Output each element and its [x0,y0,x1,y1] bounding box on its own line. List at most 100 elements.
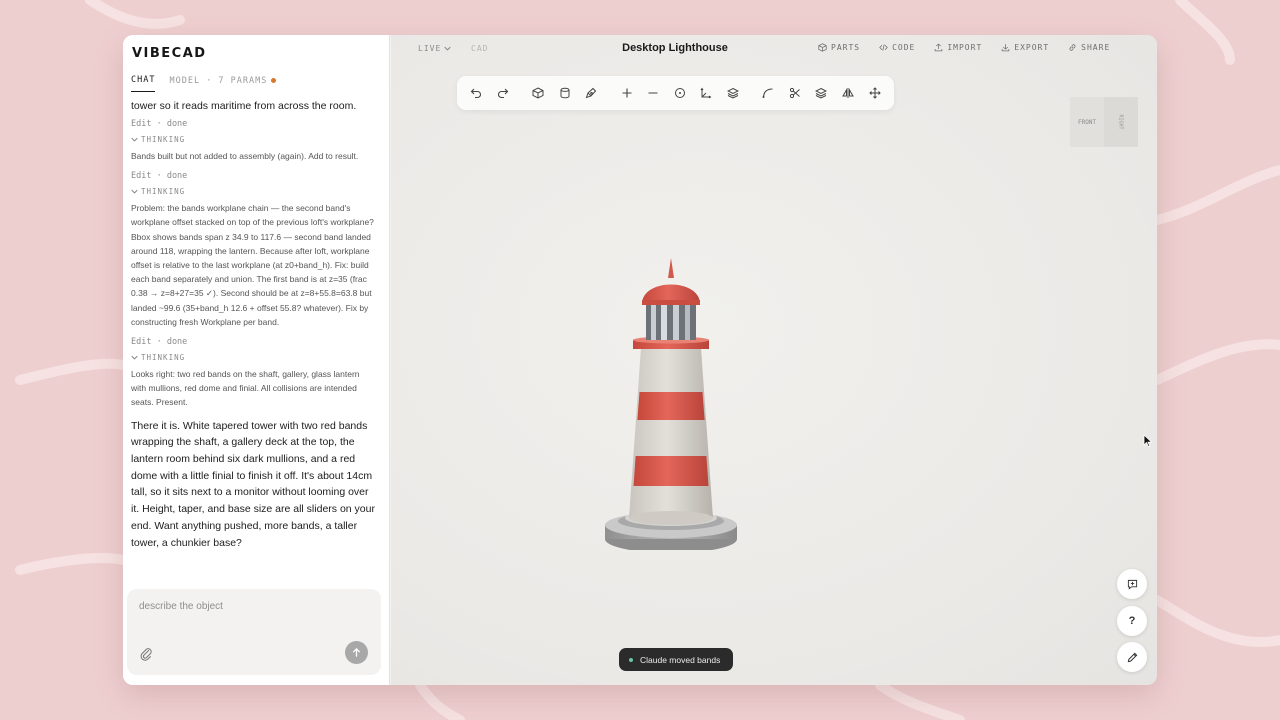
undo-icon [471,88,482,99]
mirror-tool[interactable] [841,86,856,101]
scissors-icon [789,87,800,99]
composer-placeholder[interactable]: describe the object [139,601,223,612]
tab-model[interactable]: MODEL · 7 PARAMS [169,75,277,92]
pen-tool[interactable] [584,86,599,101]
chevron-down-icon [131,355,138,360]
import-label: IMPORT [947,43,983,52]
export-label: EXPORT [1014,43,1050,52]
edit-button[interactable] [1117,642,1147,672]
edit-status: Edit · done [131,337,188,348]
add-comment-button[interactable] [1117,569,1147,599]
axis-tool[interactable] [699,86,714,101]
view-cube[interactable]: FRONT RIGHT [1070,97,1138,147]
stack-tool[interactable] [814,86,829,101]
thinking-text: Bands built but not added to assembly (a… [131,151,359,161]
download-icon [1002,44,1010,52]
minus-icon [648,92,658,94]
edit-status: Edit · done [131,119,188,129]
chat-panel: VIBECAD CHAT MODEL · 7 PARAMS tower so i… [123,35,390,685]
layers-icon [726,87,739,99]
help-button[interactable]: ? [1117,606,1147,636]
circle-tool[interactable] [673,86,688,101]
import-button[interactable]: IMPORT [934,43,982,52]
thinking-label: THINKING [141,353,186,363]
thinking-label: THINKING [141,135,186,144]
send-button[interactable] [345,641,368,664]
mouse-cursor-icon [1143,434,1153,448]
modeling-toolbar [457,76,894,110]
curve-tool[interactable] [761,86,776,101]
edit-icon [1127,652,1137,662]
mode-cad-toggle[interactable]: CAD [471,44,488,53]
help-icon: ? [1128,615,1136,627]
chevron-down-icon [444,46,451,51]
move-icon [868,87,881,99]
thinking-toggle[interactable]: THINKING [131,187,375,196]
parts-button[interactable]: PARTS [818,43,860,52]
arrow-up-icon [352,648,361,657]
chevron-down-icon [131,189,138,194]
plus-icon [622,88,632,98]
parts-label: PARTS [831,43,861,52]
export-button[interactable]: EXPORT [1001,43,1049,52]
stack-icon [815,87,828,99]
panel-tabs: CHAT MODEL · 7 PARAMS [131,75,277,92]
upload-icon [935,43,943,52]
mode-live-dropdown[interactable]: LIVE [418,44,451,53]
cylinder-tool[interactable] [557,86,572,101]
box-icon [532,87,544,99]
cut-tool[interactable] [788,86,803,101]
box-tool[interactable] [531,86,546,101]
link-icon [1069,44,1076,51]
view-cube-right[interactable]: RIGHT [1104,97,1138,147]
top-actions: PARTS CODE IMPORT EXPORT SHARE [818,43,1110,52]
subtract-button[interactable] [646,86,661,101]
code-label: CODE [892,43,916,52]
brand-logo: VIBECAD [132,46,207,61]
mirror-icon [842,88,854,98]
tab-model-label: MODEL · 7 PARAMS [169,75,268,86]
axis-icon [700,87,712,99]
thinking-text: Problem: the bands workplane chain — the… [131,203,374,327]
cube-icon [818,43,827,52]
curve-icon [762,88,773,98]
add-button[interactable] [619,86,634,101]
undo-button[interactable] [469,86,484,101]
tab-chat-label: CHAT [131,75,156,85]
layers-tool[interactable] [726,86,741,101]
thinking-text: Looks right: two red bands on the shaft,… [131,369,360,408]
chat-log[interactable]: tower so it reads maritime from across t… [131,99,375,579]
status-dot-icon [629,657,633,662]
share-button[interactable]: SHARE [1068,43,1110,52]
toast-text: Claude moved bands [640,654,721,665]
thinking-toggle[interactable]: THINKING [131,135,375,144]
activity-toast: Claude moved bands [619,648,733,671]
view-cube-front[interactable]: FRONT [1070,97,1104,147]
app-window: VIBECAD CHAT MODEL · 7 PARAMS tower so i… [123,35,1157,685]
cad-viewport[interactable]: LIVE CAD Desktop Lighthouse PARTS CODE I… [391,35,1157,685]
code-button[interactable]: CODE [879,43,915,52]
paperclip-icon[interactable] [139,647,153,661]
thinking-label: THINKING [141,187,186,197]
pen-icon [586,87,597,99]
move-tool[interactable] [867,86,882,101]
redo-icon [497,88,509,99]
redo-button[interactable] [496,86,511,101]
cylinder-icon [560,87,570,99]
tab-chat[interactable]: CHAT [131,75,156,92]
share-label: SHARE [1081,43,1111,52]
view-cube-right-label: RIGHT [1118,114,1124,130]
thinking-toggle[interactable]: THINKING [131,353,375,362]
mode-live-label: LIVE [418,44,442,53]
code-icon [879,44,888,51]
edit-status: Edit · done [131,171,188,182]
unsaved-dot-icon [271,78,277,83]
lighthouse-model[interactable] [601,220,741,550]
assistant-final-message: There it is. White tapered tower with tw… [131,419,375,549]
message-composer[interactable]: describe the object [127,589,381,675]
circle-icon [674,88,685,98]
chevron-down-icon [131,137,138,142]
document-title[interactable]: Desktop Lighthouse [595,42,755,54]
assistant-message-tail: tower so it reads maritime from across t… [131,100,357,112]
comment-add-icon [1127,579,1137,590]
